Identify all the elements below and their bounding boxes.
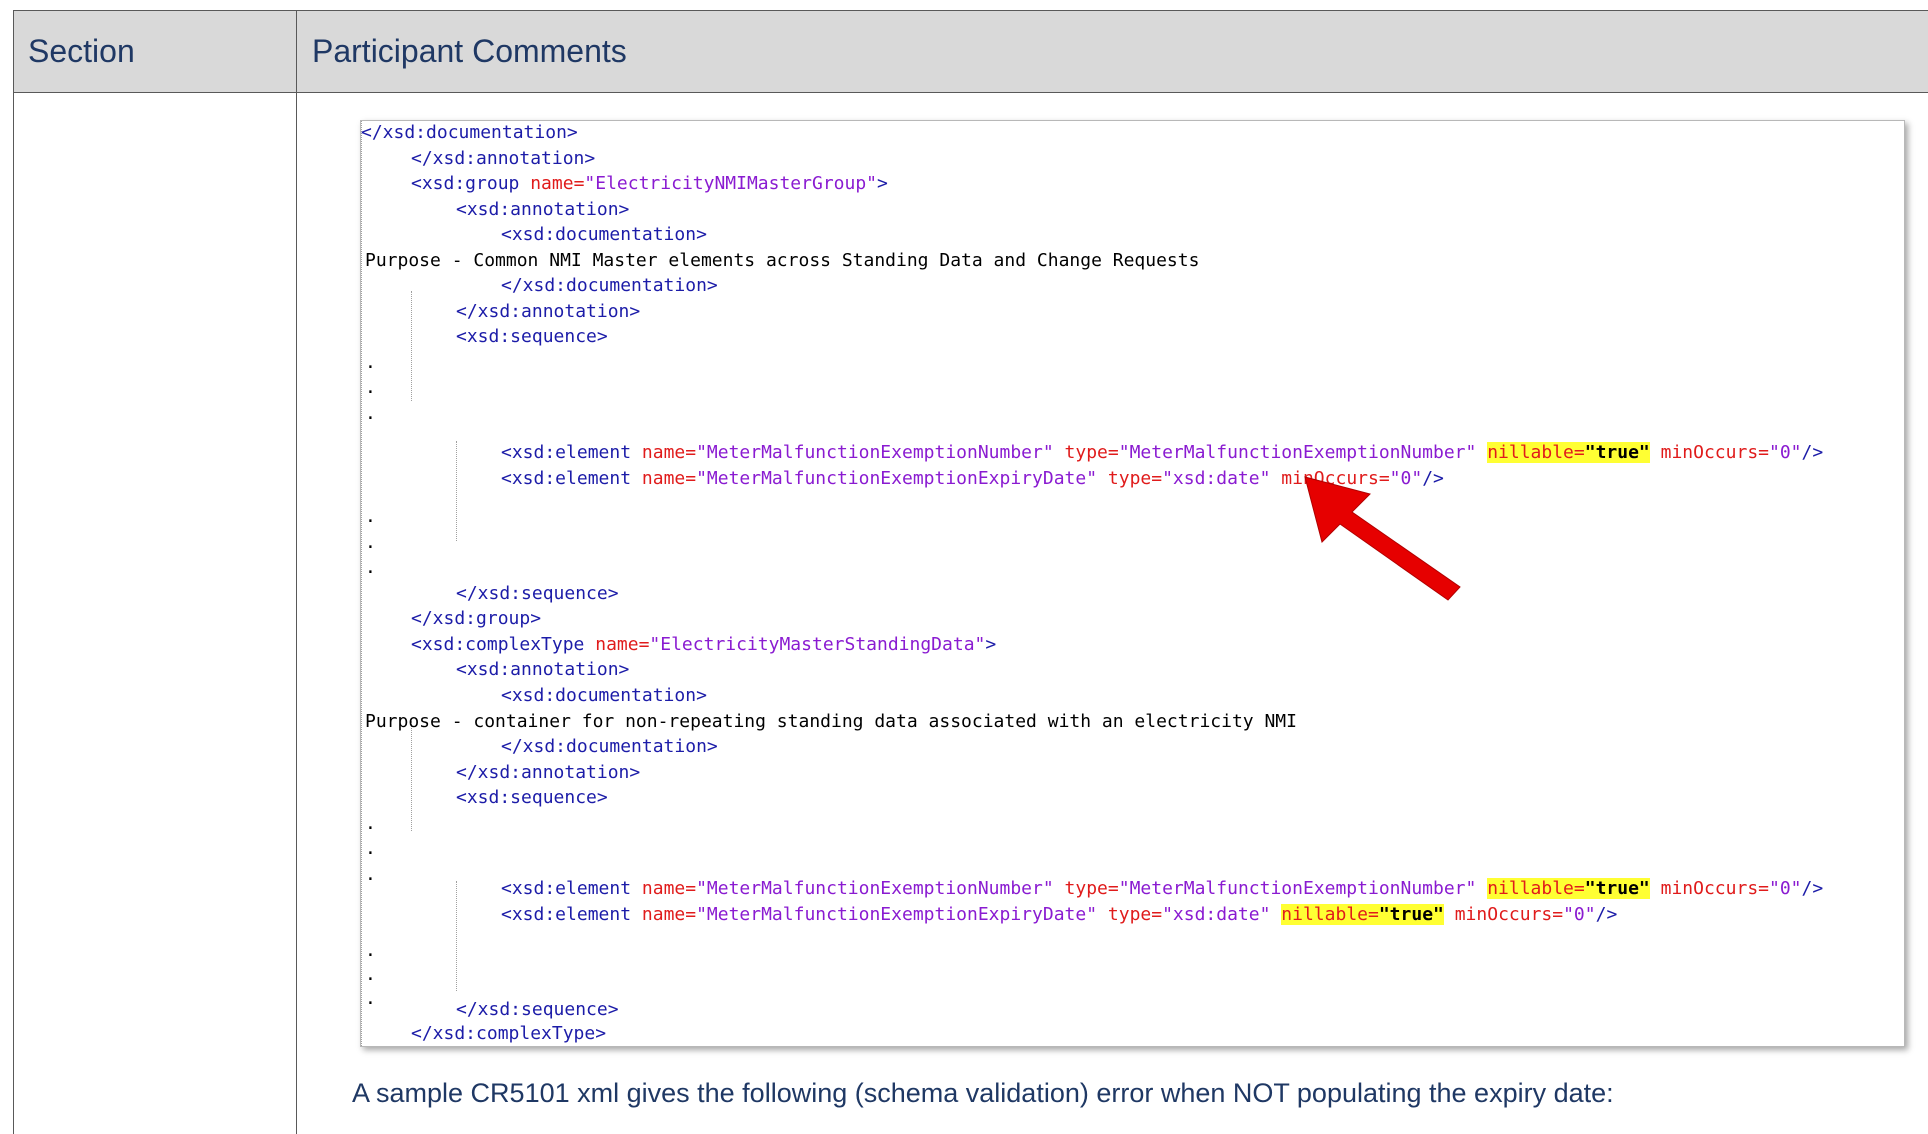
code-line: <xsd:element name="MeterMalfunctionExemp… — [501, 904, 1618, 925]
indent-guide — [456, 441, 458, 541]
red-arrow-icon — [1304, 476, 1461, 601]
xsd-code-block: </xsd:documentation> </xsd:annotation> <… — [361, 121, 1904, 1046]
code-line: </xsd:annotation> — [411, 148, 596, 169]
code-line: Purpose - container for non-repeating st… — [365, 711, 1297, 732]
code-line: <xsd:sequence> — [456, 326, 608, 347]
code-line: </xsd:complexType> — [411, 1023, 607, 1044]
code-line: <xsd:annotation> — [456, 199, 630, 220]
nillable-highlight: nillable="true" — [1487, 442, 1650, 463]
code-line: </xsd:annotation> — [456, 301, 641, 322]
code-line: . — [365, 940, 376, 961]
code-line: </xsd:group> — [411, 608, 542, 629]
code-line: . — [365, 352, 376, 373]
code-line: . — [365, 403, 376, 424]
xsd-code-screenshot: </xsd:documentation> </xsd:annotation> <… — [360, 120, 1905, 1047]
code-line: <xsd:documentation> — [501, 685, 707, 706]
code-line: </xsd:documentation> — [361, 122, 578, 143]
code-line: . — [365, 988, 376, 1009]
code-line: <xsd:documentation> — [501, 224, 707, 245]
section-column-header: Section — [28, 33, 135, 69]
code-line: </xsd:sequence> — [456, 999, 619, 1020]
code-line: . — [365, 813, 376, 834]
indent-guide — [361, 121, 363, 1046]
code-line: <xsd:complexType name="ElectricityMaster… — [411, 634, 997, 655]
code-line: . — [365, 377, 376, 398]
code-line: <xsd:annotation> — [456, 659, 630, 680]
code-line: Purpose - Common NMI Master elements acr… — [365, 250, 1200, 271]
nillable-highlight: nillable="true" — [1281, 904, 1444, 925]
nillable-highlight: nillable="true" — [1487, 878, 1650, 899]
table-header: Section Participant Comments — [14, 11, 1928, 93]
code-line: <xsd:element name="MeterMalfunctionExemp… — [501, 442, 1824, 463]
code-line: </xsd:documentation> — [501, 736, 718, 757]
code-line: . — [365, 557, 376, 578]
code-line: <xsd:element name="MeterMalfunctionExemp… — [501, 878, 1824, 899]
code-line: </xsd:annotation> — [456, 762, 641, 783]
indent-guide — [411, 721, 413, 831]
code-line: . — [365, 964, 376, 985]
indent-guide — [411, 291, 413, 401]
code-line: . — [365, 838, 376, 859]
code-line: </xsd:sequence> — [456, 583, 619, 604]
indent-guide — [456, 881, 458, 991]
code-line: . — [365, 532, 376, 553]
code-line: <xsd:group name="ElectricityNMIMasterGro… — [411, 173, 888, 194]
column-divider — [296, 11, 297, 1134]
code-line: <xsd:sequence> — [456, 787, 608, 808]
comment-text: A sample CR5101 xml gives the following … — [352, 1078, 1614, 1108]
comments-column-header: Participant Comments — [312, 33, 627, 69]
code-line: </xsd:documentation> — [501, 275, 718, 296]
code-line: . — [365, 506, 376, 527]
code-line: . — [365, 864, 376, 885]
